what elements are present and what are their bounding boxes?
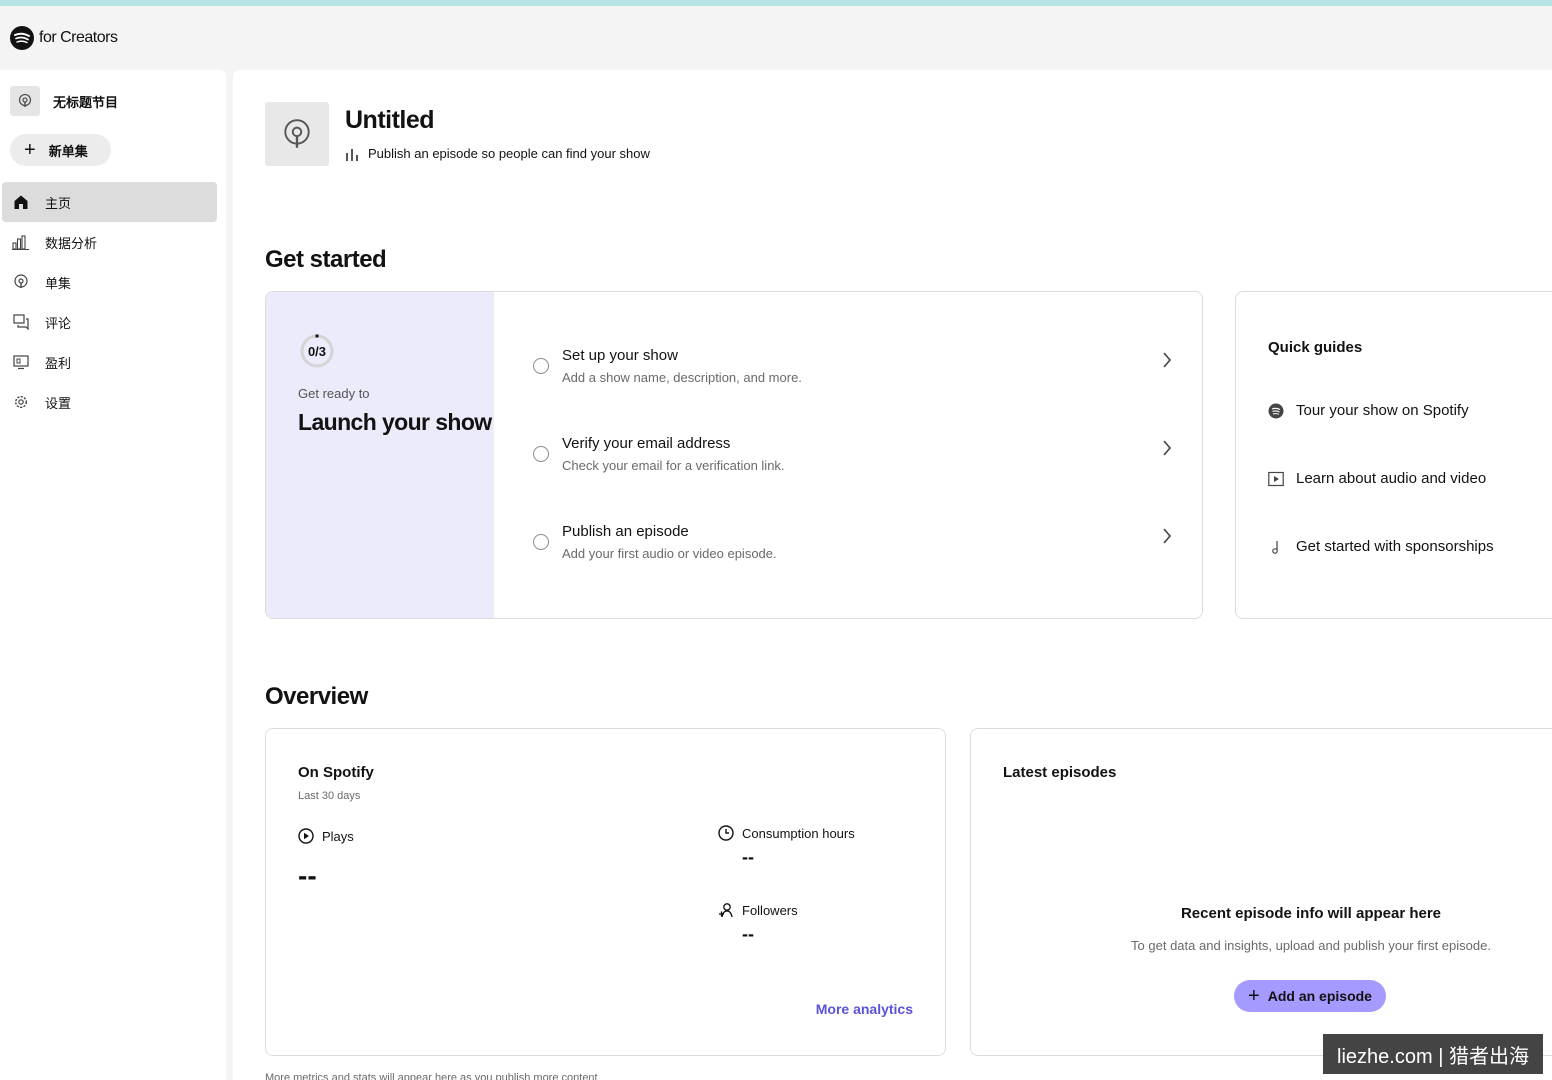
task-publish-episode[interactable]: Publish an episode Add your first audio … <box>532 523 1172 579</box>
task-desc: Add your first audio or video episode. <box>562 546 777 561</box>
empty-state-title: Recent episode info will appear here <box>1180 905 1442 922</box>
task-title: Set up your show <box>562 347 678 364</box>
sidebar-item-label: 设置 <box>45 395 72 411</box>
episodes-icon <box>12 273 30 291</box>
play-circle-icon <box>298 828 314 844</box>
progress-ring: 0/3 <box>299 333 335 369</box>
new-episode-button[interactable]: + 新单集 <box>10 134 111 166</box>
overview-heading: Overview <box>265 683 368 710</box>
add-user-icon <box>718 902 734 918</box>
sponsorship-icon <box>1268 539 1284 555</box>
launch-heading: Launch your show <box>298 409 492 435</box>
task-desc: Add a show name, description, and more. <box>562 370 802 385</box>
clock-icon <box>718 825 734 841</box>
followers-value: -- <box>742 924 754 944</box>
gear-icon <box>12 393 30 411</box>
show-selector[interactable]: 无标题节目 <box>10 86 118 116</box>
task-setup-show[interactable]: Set up your show Add a show name, descri… <box>532 347 1172 403</box>
chevron-right-icon <box>1163 352 1172 368</box>
sidebar-item-analytics[interactable]: 数据分析 <box>2 222 217 262</box>
consumption-metric: Consumption hours <box>718 825 855 841</box>
more-analytics-link[interactable]: More analytics <box>816 1001 913 1017</box>
sidebar-item-settings[interactable]: 设置 <box>2 382 217 422</box>
empty-state-subtitle: To get data and insights, upload and pub… <box>1131 938 1491 953</box>
brand-name: for Creators <box>39 29 118 46</box>
guide-sponsorships[interactable]: Get started with sponsorships <box>1268 538 1494 555</box>
plus-icon: + <box>1248 985 1260 1007</box>
spotify-icon <box>1268 403 1284 419</box>
guide-audio-video[interactable]: Learn about audio and video <box>1268 470 1486 487</box>
task-title: Publish an episode <box>562 523 689 540</box>
guide-label: Tour your show on Spotify <box>1296 402 1469 419</box>
sidebar-item-comments[interactable]: 评论 <box>2 302 217 342</box>
new-episode-label: 新单集 <box>48 143 88 159</box>
consumption-label: Consumption hours <box>742 825 855 841</box>
sidebar-item-label: 数据分析 <box>45 235 98 251</box>
task-radio[interactable] <box>533 534 549 550</box>
stats-icon <box>346 148 358 161</box>
watermark: liezhe.com | 猎者出海 <box>1323 1034 1543 1074</box>
plays-value: -- <box>298 860 317 891</box>
plus-icon: + <box>24 139 36 161</box>
sidebar-item-label: 评论 <box>45 315 72 331</box>
get-started-heading: Get started <box>265 246 387 273</box>
task-title: Verify your email address <box>562 435 731 452</box>
page-subtitle-text: Publish an episode so people can find yo… <box>368 146 650 161</box>
sidebar-item-home[interactable]: 主页 <box>2 182 217 222</box>
followers-metric: Followers <box>718 902 798 918</box>
followers-label: Followers <box>742 902 798 918</box>
add-episode-button[interactable]: + Add an episode <box>1234 980 1386 1012</box>
sidebar-item-label: 单集 <box>45 275 72 291</box>
podcast-icon <box>10 86 40 116</box>
brand-bar: for Creators <box>0 6 1552 70</box>
play-box-icon <box>1268 471 1284 487</box>
sidebar-item-label: 主页 <box>45 195 72 211</box>
sidebar-item-monetization[interactable]: 盈利 <box>2 342 217 382</box>
guide-tour-spotify[interactable]: Tour your show on Spotify <box>1268 402 1469 419</box>
plays-metric: Plays <box>298 828 354 844</box>
sidebar-nav: 主页 数据分析 单集 评论 盈利 设置 <box>2 182 217 422</box>
overview-footnote: More metrics and stats will appear here … <box>265 1072 598 1080</box>
guide-label: Get started with sponsorships <box>1296 538 1494 555</box>
spotify-logo-icon[interactable] <box>10 26 34 50</box>
main-content: Untitled Publish an episode so people ca… <box>233 70 1552 1080</box>
latest-episodes-title: Latest episodes <box>1003 764 1117 781</box>
sidebar-item-label: 盈利 <box>45 355 72 371</box>
page-subtitle: Publish an episode so people can find yo… <box>345 146 650 161</box>
task-desc: Check your email for a verification link… <box>562 458 785 473</box>
comments-icon <box>12 313 30 331</box>
task-verify-email[interactable]: Verify your email address Check your ema… <box>532 435 1172 491</box>
task-radio[interactable] <box>533 358 549 374</box>
sidebar: 无标题节目 + 新单集 主页 数据分析 单集 评论 盈利 设置 <box>0 70 226 1080</box>
launch-panel: 0/3 Get ready to Launch your show <box>266 292 494 618</box>
analytics-icon <box>12 233 30 251</box>
add-episode-label: Add an episode <box>1267 988 1372 1004</box>
home-icon <box>12 193 30 211</box>
latest-episodes-card: Latest episodes Recent episode info will… <box>970 728 1552 1056</box>
show-name: 无标题节目 <box>53 94 119 110</box>
monetization-icon <box>12 353 30 371</box>
date-range-label: Last 30 days <box>298 790 361 802</box>
consumption-value: -- <box>742 847 754 867</box>
task-radio[interactable] <box>533 446 549 462</box>
show-cover-placeholder[interactable] <box>265 102 329 166</box>
chevron-right-icon <box>1163 528 1172 544</box>
progress-text: 0/3 <box>307 343 327 359</box>
on-spotify-title: On Spotify <box>298 764 374 781</box>
guide-label: Learn about audio and video <box>1296 470 1487 487</box>
plays-label: Plays <box>322 828 354 844</box>
quick-guides-card: Quick guides Tour your show on Spotify L… <box>1235 291 1552 619</box>
on-spotify-card: On Spotify Last 30 days Plays -- Consump… <box>265 728 946 1056</box>
get-started-card: 0/3 Get ready to Launch your show Set up… <box>265 291 1203 619</box>
page-title: Untitled <box>345 106 435 134</box>
chevron-right-icon <box>1163 440 1172 456</box>
sidebar-item-episodes[interactable]: 单集 <box>2 262 217 302</box>
ready-label: Get ready to <box>298 386 370 401</box>
quick-guides-title: Quick guides <box>1268 339 1363 356</box>
